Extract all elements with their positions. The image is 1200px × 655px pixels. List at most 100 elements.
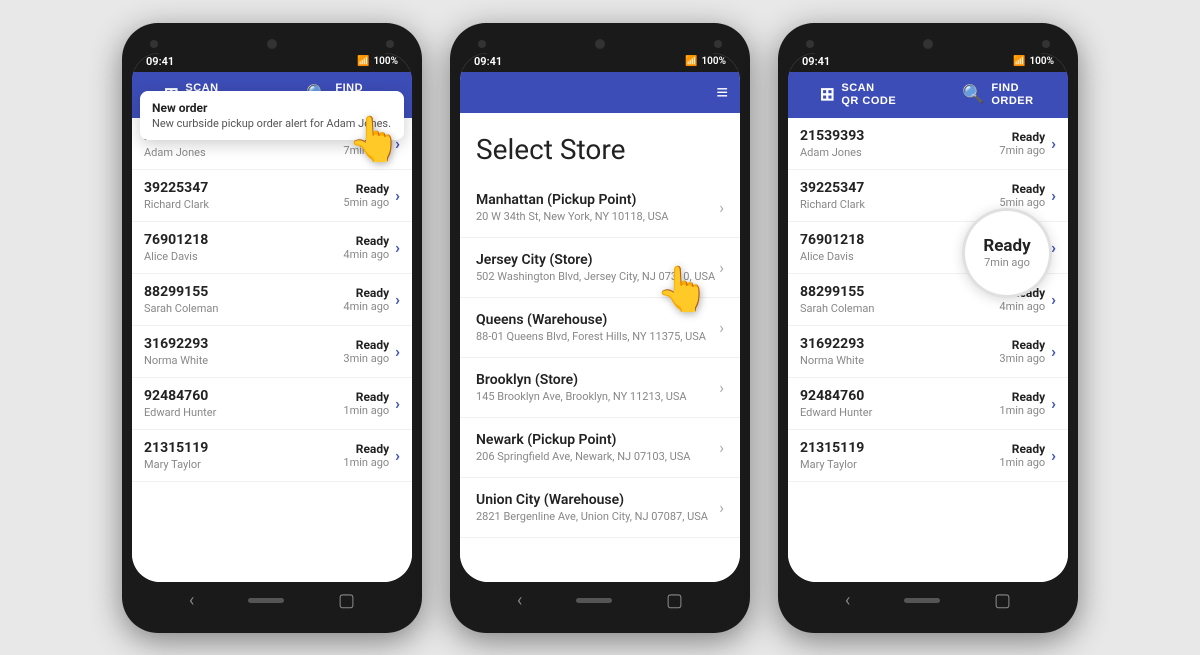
- store-info: Newark (Pickup Point) 206 Springfield Av…: [476, 432, 719, 463]
- order-item[interactable]: 76901218 Alice Davis Ready 4min ago ›: [132, 222, 412, 274]
- order-id: 39225347: [144, 180, 343, 196]
- order-status-time: Ready 3min ago: [343, 338, 389, 365]
- order-name: Mary Taylor: [144, 458, 343, 471]
- notification-popup[interactable]: New order New curbside pickup order aler…: [140, 91, 404, 140]
- order-id-3: 21315119: [800, 440, 999, 456]
- order-item-3[interactable]: 21315119 Mary Taylor Ready 1min ago ›: [788, 430, 1068, 482]
- dot-right-2: [714, 40, 722, 48]
- nav-home-1[interactable]: [248, 598, 284, 603]
- order-status-time-3: Ready 1min ago: [999, 442, 1045, 469]
- order-arrow-3[interactable]: ›: [1051, 134, 1056, 153]
- nav-recents-1[interactable]: ▢: [338, 590, 355, 611]
- order-arrow[interactable]: ›: [395, 238, 400, 257]
- order-id: 21315119: [144, 440, 343, 456]
- order-arrow[interactable]: ›: [395, 186, 400, 205]
- nav-back-1[interactable]: ‹: [189, 590, 194, 611]
- nav-back-2[interactable]: ‹: [517, 590, 522, 611]
- order-id: 31692293: [144, 336, 343, 352]
- store-arrow-icon: ›: [719, 258, 724, 277]
- order-left-3: 31692293 Norma White: [800, 336, 999, 367]
- order-item-3[interactable]: 31692293 Norma White Ready 3min ago ›: [788, 326, 1068, 378]
- phone-3: 09:41 📶 100% ⊞ SCAN QR CODE 🔍: [778, 23, 1078, 633]
- order-time-3: 5min ago: [999, 196, 1045, 209]
- order-right-3: Ready 1min ago ›: [999, 390, 1056, 417]
- order-time: 1min ago: [343, 456, 389, 469]
- store-item[interactable]: Newark (Pickup Point) 206 Springfield Av…: [460, 418, 740, 478]
- order-arrow[interactable]: ›: [395, 342, 400, 361]
- order-arrow[interactable]: ›: [395, 394, 400, 413]
- order-item-3[interactable]: 21539393 Adam Jones Ready 7min ago ›: [788, 118, 1068, 170]
- nav-back-3[interactable]: ‹: [845, 590, 850, 611]
- store-info: Brooklyn (Store) 145 Brooklyn Ave, Brook…: [476, 372, 719, 403]
- order-left-3: 21315119 Mary Taylor: [800, 440, 999, 471]
- store-arrow-icon: ›: [719, 498, 724, 517]
- camera: [267, 39, 277, 49]
- status-time-3: 09:41: [802, 55, 830, 68]
- order-list-1: 21539393 Adam Jones Ready 7min ago › 392…: [132, 118, 412, 582]
- nav-home-3[interactable]: [904, 598, 940, 603]
- store-address: 2821 Bergenline Ave, Union City, NJ 0708…: [476, 510, 719, 523]
- phone-top-bar-2: [460, 33, 740, 53]
- order-name-3: Richard Clark: [800, 198, 999, 211]
- find-order-button-3[interactable]: 🔍 FIND ORDER: [928, 72, 1068, 118]
- store-item[interactable]: Union City (Warehouse) 2821 Bergenline A…: [460, 478, 740, 538]
- order-name-3: Adam Jones: [800, 146, 999, 159]
- store-item[interactable]: Brooklyn (Store) 145 Brooklyn Ave, Brook…: [460, 358, 740, 418]
- order-time: 4min ago: [343, 300, 389, 313]
- order-id: 88299155: [144, 284, 343, 300]
- store-item[interactable]: Queens (Warehouse) 88-01 Queens Blvd, Fo…: [460, 298, 740, 358]
- order-time-3: 4min ago: [999, 300, 1045, 313]
- order-arrow-3[interactable]: ›: [1051, 290, 1056, 309]
- order-name: Richard Clark: [144, 198, 343, 211]
- order-arrow-3[interactable]: ›: [1051, 342, 1056, 361]
- store-arrow-icon: ›: [719, 438, 724, 457]
- order-item[interactable]: 88299155 Sarah Coleman Ready 4min ago ›: [132, 274, 412, 326]
- ready-badge-sub: 7min ago: [984, 256, 1030, 269]
- order-arrow-3[interactable]: ›: [1051, 186, 1056, 205]
- order-time: 5min ago: [343, 196, 389, 209]
- status-time-1: 09:41: [146, 55, 174, 68]
- order-time: 4min ago: [343, 248, 389, 261]
- store-address: 20 W 34th St, New York, NY 10118, USA: [476, 210, 719, 223]
- store-name: Manhattan (Pickup Point): [476, 192, 719, 208]
- order-status-time-3: Ready 1min ago: [999, 390, 1045, 417]
- status-right-1: 📶 100%: [357, 56, 398, 67]
- dot-left-2: [478, 40, 486, 48]
- order-arrow[interactable]: ›: [395, 446, 400, 465]
- battery-label-3: 100%: [1029, 56, 1054, 67]
- order-item[interactable]: 92484760 Edward Hunter Ready 1min ago ›: [132, 378, 412, 430]
- app-bar-2: ≡: [460, 72, 740, 113]
- scene: 09:41 📶 100% ⊞ SCAN QR CODE 🔍: [122, 23, 1078, 633]
- qr-icon-3: ⊞: [820, 84, 836, 105]
- nav-recents-2[interactable]: ▢: [666, 590, 683, 611]
- scan-label-3: SCAN QR CODE: [841, 82, 896, 108]
- menu-icon-2[interactable]: ≡: [716, 80, 728, 105]
- order-status-time: Ready 4min ago: [343, 234, 389, 261]
- scan-qr-button-3[interactable]: ⊞ SCAN QR CODE: [788, 72, 928, 118]
- order-item[interactable]: 21315119 Mary Taylor Ready 1min ago ›: [132, 430, 412, 482]
- nav-recents-3[interactable]: ▢: [994, 590, 1011, 611]
- order-arrow-3[interactable]: ›: [1051, 394, 1056, 413]
- order-arrow-3[interactable]: ›: [1051, 446, 1056, 465]
- order-item[interactable]: 31692293 Norma White Ready 3min ago ›: [132, 326, 412, 378]
- select-store-title: Select Store: [460, 113, 740, 178]
- order-item[interactable]: 39225347 Richard Clark Ready 5min ago ›: [132, 170, 412, 222]
- order-right-3: Ready 5min ago ›: [999, 182, 1056, 209]
- phone-2: 09:41 📶 100% ≡ Select Store Manhattan (P…: [450, 23, 750, 633]
- order-item-3[interactable]: 92484760 Edward Hunter Ready 1min ago ›: [788, 378, 1068, 430]
- store-item[interactable]: Jersey City (Store) 502 Washington Blvd,…: [460, 238, 740, 298]
- order-right: Ready 3min ago ›: [343, 338, 400, 365]
- nav-home-2[interactable]: [576, 598, 612, 603]
- order-status-time: Ready 4min ago: [343, 286, 389, 313]
- store-name: Union City (Warehouse): [476, 492, 719, 508]
- search-icon-3: 🔍: [962, 84, 985, 105]
- order-list-3: 21539393 Adam Jones Ready 7min ago › 392…: [788, 118, 1068, 582]
- phone-screen-1: 09:41 📶 100% ⊞ SCAN QR CODE 🔍: [132, 53, 412, 582]
- order-arrow[interactable]: ›: [395, 290, 400, 309]
- order-right: Ready 1min ago ›: [343, 390, 400, 417]
- order-left-3: 21539393 Adam Jones: [800, 128, 999, 159]
- dot-right-3: [1042, 40, 1050, 48]
- order-right-3: Ready 1min ago ›: [999, 442, 1056, 469]
- store-item[interactable]: Manhattan (Pickup Point) 20 W 34th St, N…: [460, 178, 740, 238]
- order-name: Sarah Coleman: [144, 302, 343, 315]
